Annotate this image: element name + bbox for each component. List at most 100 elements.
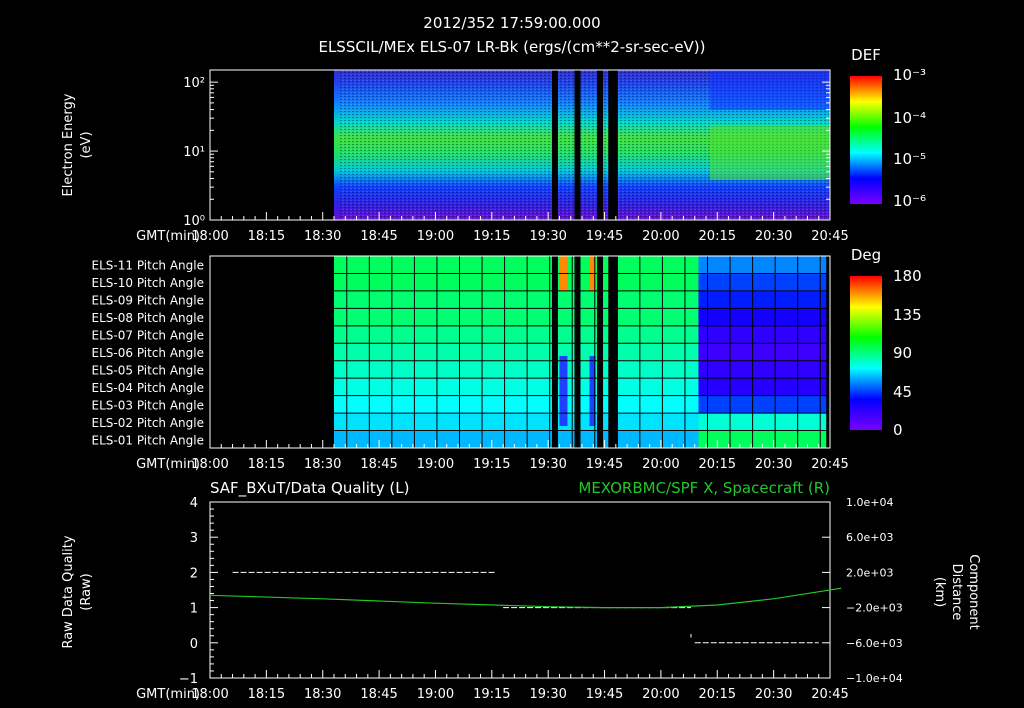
pitch-cell-late <box>698 308 827 326</box>
pitch-cell-early <box>334 325 699 344</box>
x-tick-label: 20:15 <box>699 457 736 472</box>
quality-ylabel-right-3: (km) <box>932 577 947 607</box>
x-tick-label: 19:15 <box>473 229 510 244</box>
data-quality-panel: SAF_BXuT/Data Quality (L) MEXORBMC/SPF X… <box>61 479 981 702</box>
pitch-cell-early <box>334 308 699 326</box>
quality-title-right: MEXORBMC/SPF X, Spacecraft (R) <box>578 479 830 497</box>
energy-ylabel-line1: Electron Energy <box>61 93 76 196</box>
energy-spectrogram-panel: GMT(min)18:00 18:15 18:30 18:45 19:00 19:15 19… <box>61 46 926 244</box>
x-tick-label: 20:45 <box>811 229 848 244</box>
x-tick-label: 19:15 <box>473 687 510 702</box>
pitch-cell-early <box>334 290 699 309</box>
quality-title-left: SAF_BXuT/Data Quality (L) <box>210 479 410 498</box>
pitch-cell-late <box>698 290 827 309</box>
quality-ylabel-left-1: Raw Data Quality <box>61 535 76 648</box>
header-subtitle: ELSSCIL/MEx ELS-07 LR-Bk (ergs/(cm**2-sr… <box>318 38 705 56</box>
pitch-gap <box>608 256 618 448</box>
spectrogram-gap <box>597 70 604 220</box>
x-tick-label: 18:30 <box>304 457 341 472</box>
energy-y-tick-label: 10² <box>183 76 205 91</box>
x-tick-label: 18:15 <box>248 457 285 472</box>
left-tick-label: 2 <box>190 566 198 581</box>
pitch-row-label: ELS-02 Pitch Angle <box>92 416 204 430</box>
spectrogram-gap <box>608 70 618 220</box>
x-tick-label: 19:45 <box>586 457 623 472</box>
x-tick-label: 18:45 <box>360 229 397 244</box>
x-tick-label: 19:00 <box>417 229 454 244</box>
energy-ylabel-line2: (eV) <box>79 131 94 158</box>
pitch-cell-late <box>698 395 827 414</box>
x-tick-label: 20:15 <box>699 687 736 702</box>
x-tick-label: 19:30 <box>529 229 566 244</box>
left-tick-label: −1 <box>179 672 198 687</box>
distance-line <box>209 587 842 609</box>
right-tick-label: −6.0e+03 <box>846 637 903 650</box>
x-tick-label: 20:30 <box>755 457 792 472</box>
deg-label-90: 90 <box>893 344 912 362</box>
spectrogram-late-band <box>710 125 830 180</box>
def-label-1e-3: 10⁻³ <box>893 66 926 84</box>
pitch-angle-panel: GMT(min)18:00 18:15 18:30 18:45 19:00 19:15 19… <box>92 246 922 472</box>
x-tick-label: 18:30 <box>304 687 341 702</box>
def-label-1e-5: 10⁻⁵ <box>893 150 926 168</box>
pitch-cell-late <box>698 343 827 361</box>
pitch-row-label: ELS-04 Pitch Angle <box>92 381 204 395</box>
x-tick-label: 20:00 <box>642 229 679 244</box>
pitch-cell-late <box>698 360 827 379</box>
x-tick-label: 19:45 <box>586 229 623 244</box>
x-tick-label: 19:30 <box>529 687 566 702</box>
pitch-cell-early <box>334 273 699 291</box>
pitch-row-label: ELS-09 Pitch Angle <box>92 294 204 308</box>
x-tick-label: 18:00 <box>191 457 228 472</box>
pitch-row-label: ELS-01 Pitch Angle <box>92 433 204 447</box>
x-tick-label: 20:45 <box>811 687 848 702</box>
pitch-cell-early <box>334 360 699 379</box>
right-tick-label: −2.0e+03 <box>846 602 903 615</box>
pitch-cell-early <box>334 378 699 396</box>
quality-x-ticks: GMT(min)18:00 18:15 18:30 18:45 19:00 19:15 19… <box>136 670 849 702</box>
def-label-1e-4: 10⁻⁴ <box>893 109 926 127</box>
pitch-streak <box>559 356 568 426</box>
x-tick-label: 18:15 <box>248 229 285 244</box>
quality-ylabel-right-1: Component <box>966 554 981 629</box>
pitch-gap <box>597 256 604 448</box>
right-tick-label: −1.0e+04 <box>846 672 903 685</box>
pitch-cell-late <box>698 273 827 291</box>
pitch-row-label: ELS-11 Pitch Angle <box>92 259 204 273</box>
pitch-row-label: ELS-07 Pitch Angle <box>92 329 204 343</box>
x-tick-label: 18:00 <box>191 687 228 702</box>
left-tick-label: 3 <box>190 531 198 546</box>
pitch-cell-early <box>334 256 699 274</box>
quality-series <box>209 571 842 644</box>
pitch-cell-late <box>698 325 827 344</box>
deg-label-180: 180 <box>893 267 922 285</box>
x-tick-label: 19:45 <box>586 687 623 702</box>
pitch-cell-early <box>334 430 699 448</box>
x-tick-label: 19:00 <box>417 687 454 702</box>
def-colorbar <box>850 76 882 204</box>
right-tick-label: 2.0e+03 <box>846 566 893 579</box>
stage: 2012/352 17:59:00.000 ELSSCIL/MEx ELS-07… <box>61 14 981 702</box>
pitch-gap <box>574 256 581 448</box>
x-tick-label: 20:15 <box>699 229 736 244</box>
spectrogram-gap <box>574 70 581 220</box>
pitch-row-label: ELS-06 Pitch Angle <box>92 346 204 360</box>
x-tick-label: 19:15 <box>473 457 510 472</box>
left-tick-label: 1 <box>190 602 198 617</box>
deg-label-0: 0 <box>893 421 903 439</box>
quality-left-ticks: −1 0 1 2 3 4 <box>179 496 218 687</box>
pitch-row-label: ELS-10 Pitch Angle <box>92 276 204 290</box>
deg-label-135: 135 <box>893 306 922 324</box>
quality-ylabel-right-2: Distance <box>949 564 964 621</box>
def-label-1e-6: 10⁻⁶ <box>893 192 926 210</box>
x-tick-label: 20:45 <box>811 457 848 472</box>
pitch-cell-late <box>698 256 827 274</box>
pitch-angle-row-labels: ELS-11 Pitch Angle ELS-10 Pitch Angle ELS-… <box>92 259 204 448</box>
right-tick-label: 6.0e+03 <box>846 531 893 544</box>
left-tick-label: 0 <box>190 637 198 652</box>
x-tick-label: 18:00 <box>191 229 228 244</box>
pitch-streak <box>559 256 568 292</box>
right-tick-label: 1.0e+04 <box>846 496 893 509</box>
pitch-gap <box>551 256 558 448</box>
deg-label-45: 45 <box>893 383 912 401</box>
